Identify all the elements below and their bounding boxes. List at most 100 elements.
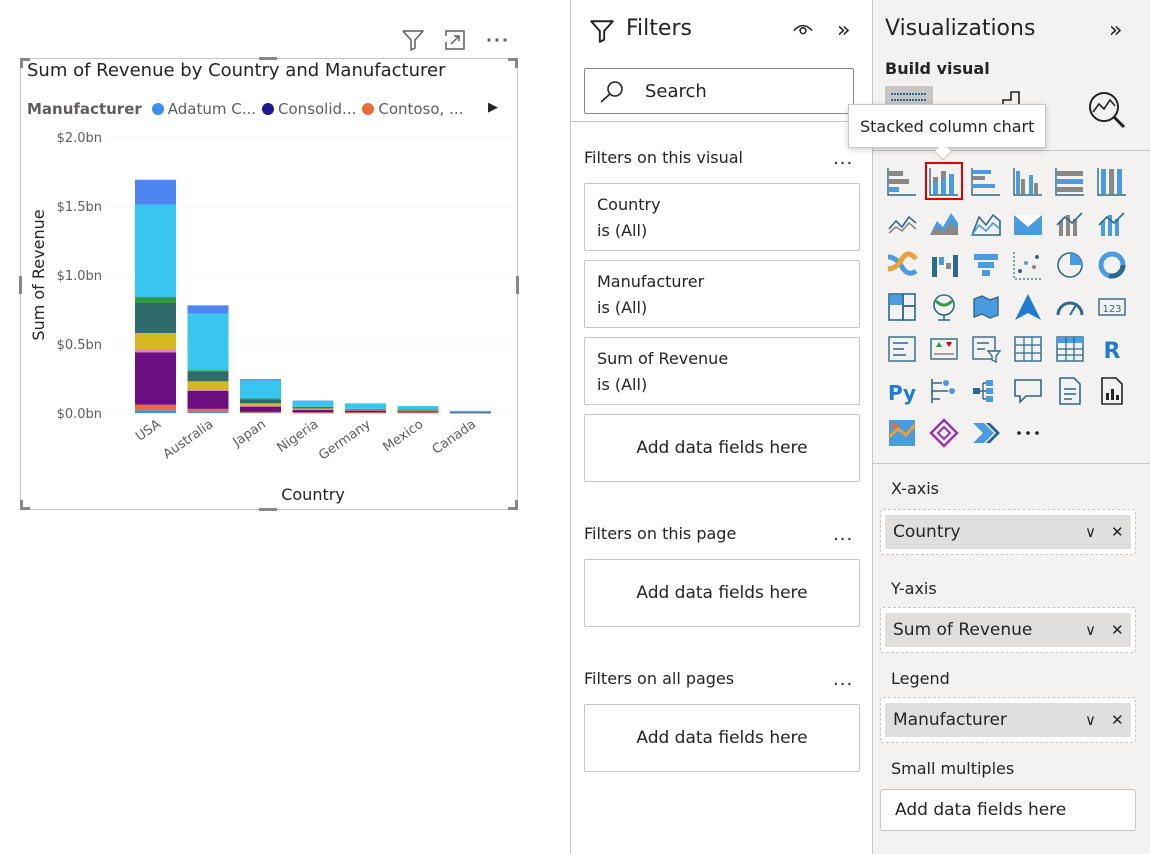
- y-tick-label: $0.0bn: [57, 407, 102, 422]
- bar-segment: [397, 412, 439, 413]
- y-axis-field-pill[interactable]: Sum of Revenue ∨ ✕: [885, 613, 1131, 647]
- qa-visual-icon[interactable]: [1011, 374, 1045, 408]
- multi-row-card-icon[interactable]: [885, 332, 919, 366]
- power-apps-icon[interactable]: [927, 416, 961, 450]
- power-automate-icon[interactable]: [969, 416, 1003, 450]
- page-filters-drop-zone[interactable]: Add data fields here: [584, 559, 860, 627]
- filter-card-manufacturer[interactable]: Manufacturer is (All): [584, 260, 860, 328]
- page-filters-more-button[interactable]: ...: [833, 524, 853, 545]
- visual-filters-drop-zone[interactable]: Add data fields here: [584, 414, 860, 482]
- chevron-down-icon[interactable]: ∨: [1085, 523, 1096, 541]
- search-icon: [599, 80, 625, 108]
- r-script-visual-icon[interactable]: R: [1095, 332, 1129, 366]
- ribbon-area-chart-icon[interactable]: [1011, 206, 1045, 240]
- paginated-report-icon[interactable]: [1095, 374, 1129, 408]
- y-axis-well[interactable]: Sum of Revenue ∨ ✕: [880, 607, 1136, 653]
- remove-field-icon[interactable]: ✕: [1111, 621, 1124, 639]
- bar-segment: [345, 409, 386, 411]
- visual-type-tooltip: Stacked column chart: [848, 104, 1047, 148]
- remove-field-icon[interactable]: ✕: [1111, 711, 1124, 729]
- focus-mode-icon[interactable]: [442, 27, 468, 53]
- legend-item-consolidated[interactable]: Consolid...: [262, 100, 356, 118]
- filters-search-input[interactable]: Search: [584, 68, 854, 114]
- clustered-column-chart-icon[interactable]: [1011, 164, 1045, 198]
- all-pages-filters-drop-zone[interactable]: Add data fields here: [584, 704, 860, 772]
- clustered-bar-chart-icon[interactable]: [969, 164, 1003, 198]
- azure-map-icon[interactable]: [1011, 290, 1045, 324]
- gauge-icon[interactable]: [1053, 290, 1087, 324]
- stacked-bar-chart-icon[interactable]: [885, 164, 919, 198]
- collapse-visualizations-icon[interactable]: »: [1109, 18, 1122, 43]
- treemap-icon[interactable]: [885, 290, 919, 324]
- slicer-icon[interactable]: [969, 332, 1003, 366]
- filter-icon[interactable]: [400, 27, 426, 53]
- chevron-down-icon[interactable]: ∨: [1085, 621, 1096, 639]
- smart-narrative-icon[interactable]: [1053, 374, 1087, 408]
- all-pages-filters-more-button[interactable]: ...: [833, 669, 853, 690]
- donut-chart-icon[interactable]: [1095, 248, 1129, 282]
- bar-segment: [397, 406, 439, 410]
- arcgis-map-icon[interactable]: [885, 416, 919, 450]
- bar-segment: [240, 406, 281, 412]
- key-influencers-icon[interactable]: [927, 374, 961, 408]
- legend-field-pill[interactable]: Manufacturer ∨ ✕: [885, 703, 1131, 737]
- bar-segment: [345, 412, 386, 413]
- map-icon[interactable]: [927, 290, 961, 324]
- chart-title: Sum of Revenue by Country and Manufactur…: [27, 60, 446, 81]
- pie-chart-icon[interactable]: [1053, 248, 1087, 282]
- legend-item-adatum[interactable]: Adatum C...: [151, 100, 256, 118]
- small-multiples-drop-zone[interactable]: Add data fields here: [880, 789, 1136, 831]
- field-name: Sum of Revenue: [893, 620, 1033, 640]
- bar-segment: [345, 408, 386, 410]
- bar-segment: [240, 411, 281, 413]
- small-multiples-label: Small multiples: [891, 759, 1015, 778]
- eye-icon[interactable]: [793, 20, 813, 42]
- legend-label: Consolid...: [278, 100, 357, 118]
- legend-well[interactable]: Manufacturer ∨ ✕: [880, 697, 1136, 743]
- legend-item-contoso[interactable]: Contoso, ...: [362, 100, 463, 118]
- x-axis-field-pill[interactable]: Country ∨ ✕: [885, 515, 1131, 549]
- decomposition-tree-icon[interactable]: [969, 374, 1003, 408]
- legend-label: Contoso, ...: [378, 100, 464, 118]
- filled-map-icon[interactable]: [969, 290, 1003, 324]
- line-and-stacked-column-chart-icon[interactable]: [1053, 206, 1087, 240]
- kpi-icon[interactable]: [927, 332, 961, 366]
- filter-card-sum-of-revenue[interactable]: Sum of Revenue is (All): [584, 337, 860, 405]
- svg-text:Py: Py: [888, 381, 916, 405]
- ribbon-chart-icon[interactable]: [885, 248, 919, 282]
- more-options-icon[interactable]: [484, 27, 510, 53]
- 100-stacked-column-chart-icon[interactable]: [1095, 164, 1129, 198]
- legend-next-arrow-icon[interactable]: ▶: [488, 100, 498, 115]
- filter-card-country[interactable]: Country is (All): [584, 183, 860, 251]
- visual-filters-more-button[interactable]: ...: [833, 148, 853, 169]
- filters-on-page-label: Filters on this page: [584, 524, 737, 543]
- python-visual-icon[interactable]: Py: [885, 374, 919, 408]
- chevron-down-icon[interactable]: ∨: [1085, 711, 1096, 729]
- line-chart-icon[interactable]: [885, 206, 919, 240]
- collapse-filters-icon[interactable]: »: [837, 18, 850, 43]
- bar-segment: [135, 179, 176, 205]
- bar-segment: [292, 409, 334, 411]
- resize-corner-top-right[interactable]: [508, 58, 518, 68]
- analytics-tab-icon[interactable]: [1087, 90, 1127, 134]
- area-chart-icon[interactable]: [927, 206, 961, 240]
- more-visuals-icon[interactable]: [1011, 416, 1045, 450]
- line-and-clustered-column-chart-icon[interactable]: [1095, 206, 1129, 240]
- 100-stacked-bar-chart-icon[interactable]: [1053, 164, 1087, 198]
- x-axis-well[interactable]: Country ∨ ✕: [880, 509, 1136, 555]
- stacked-column-chart-icon[interactable]: [925, 162, 963, 200]
- svg-text:R: R: [1104, 339, 1121, 364]
- stacked-area-chart-icon[interactable]: [969, 206, 1003, 240]
- card-icon[interactable]: 123: [1095, 290, 1129, 324]
- x-tick-label: Nigeria: [275, 417, 322, 456]
- matrix-icon[interactable]: [1053, 332, 1087, 366]
- search-placeholder: Search: [645, 81, 707, 102]
- waterfall-chart-icon[interactable]: [927, 248, 961, 282]
- legend-dot: [151, 103, 164, 115]
- bar-segment: [292, 408, 334, 410]
- funnel-chart-icon[interactable]: [969, 248, 1003, 282]
- table-icon[interactable]: [1011, 332, 1045, 366]
- bar-segment: [135, 204, 176, 298]
- remove-field-icon[interactable]: ✕: [1111, 523, 1124, 541]
- scatter-chart-icon[interactable]: [1011, 248, 1045, 282]
